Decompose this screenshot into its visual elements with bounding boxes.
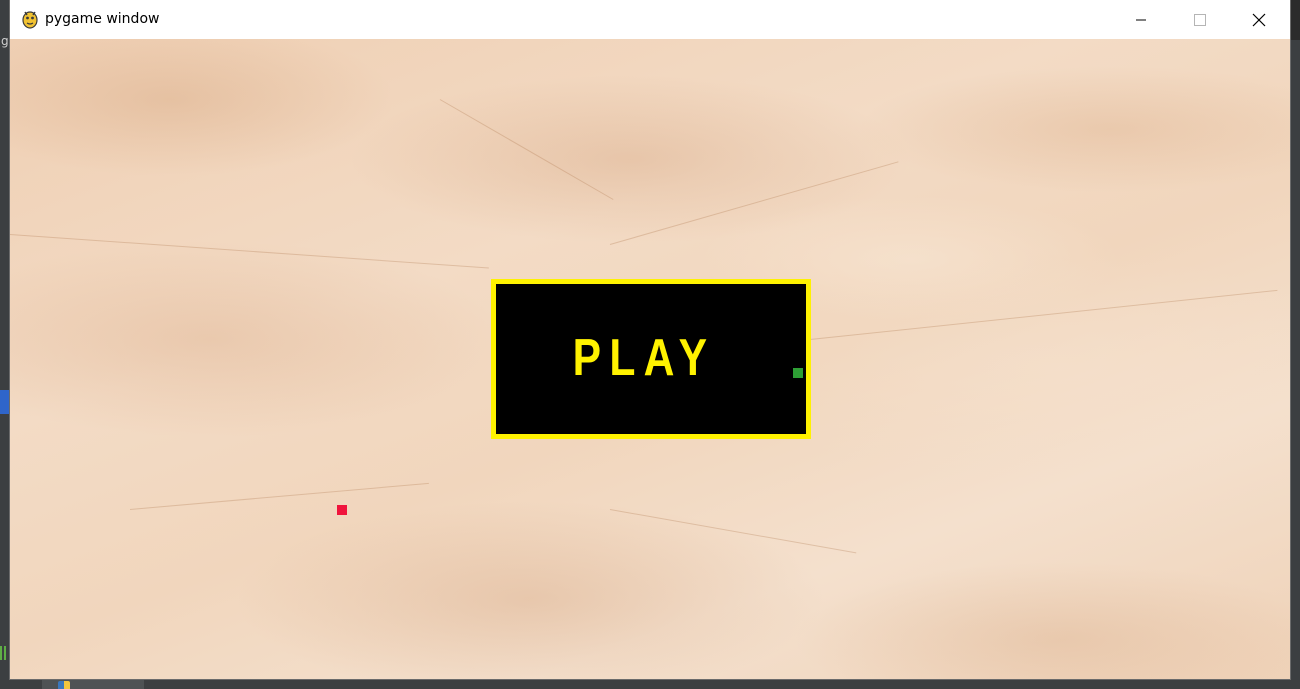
snake-head [793,368,803,378]
play-button-label: PLAY [572,329,716,387]
maximize-button[interactable] [1171,0,1229,39]
python-icon [58,681,70,689]
title-bar[interactable]: pygame window [10,0,1290,39]
window-title: pygame window [45,11,160,27]
ide-fragment-text: g [1,34,9,48]
paper-crease [809,289,1278,340]
paper-crease [609,161,899,245]
ide-indicator-bars [0,646,8,660]
paper-crease [609,509,857,554]
pygame-snake-icon [22,11,38,29]
food-pellet [337,505,347,515]
pygame-window: pygame window PLAY [10,0,1290,679]
maximize-icon [1194,13,1206,26]
paper-crease [439,99,614,200]
close-button[interactable] [1230,0,1288,39]
ide-background-right [1290,40,1300,679]
paper-crease [129,482,429,510]
play-button[interactable]: PLAY [491,279,811,439]
close-icon [1252,13,1266,26]
minimize-button[interactable] [1112,0,1170,39]
minimize-icon [1136,19,1146,20]
paper-crease [10,234,489,269]
ide-background-bottom [0,679,1300,689]
game-canvas[interactable]: PLAY [10,39,1290,679]
